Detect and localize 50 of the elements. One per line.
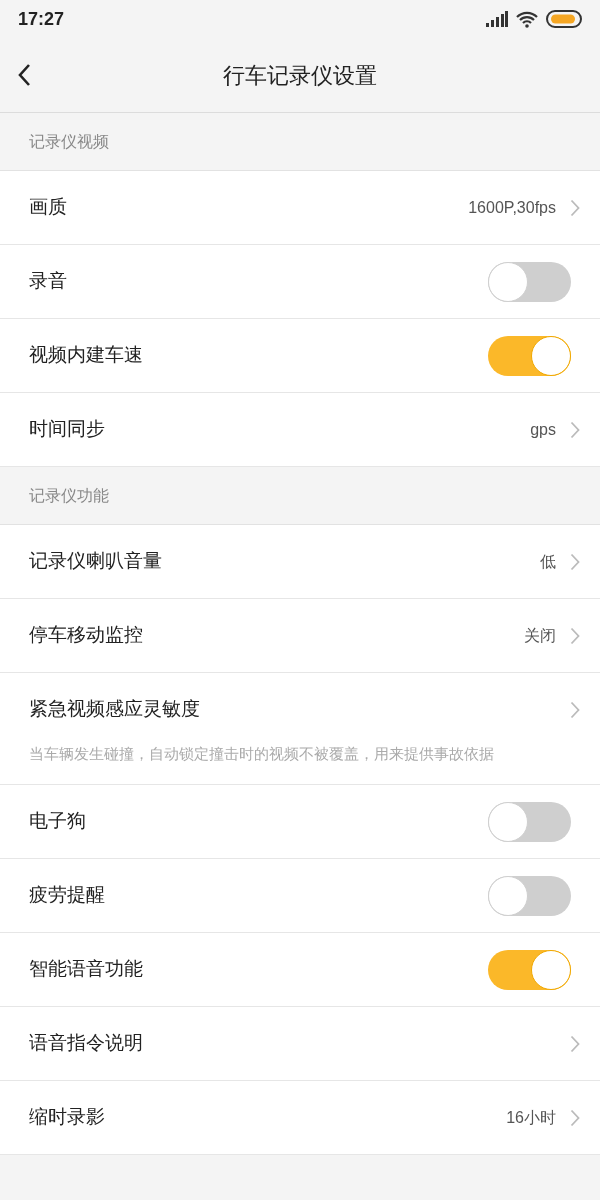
setting-value: gps [530,419,556,440]
chevron-right-icon [570,198,580,217]
setting-label: 停车移动监控 [29,623,143,648]
setting-label: 缩时录影 [29,1105,105,1130]
signal-icon [486,11,508,27]
settings-row[interactable]: 录音 [0,245,600,319]
setting-label: 录音 [29,269,67,294]
setting-label: 时间同步 [29,417,105,442]
setting-label: 语音指令说明 [29,1031,143,1056]
chevron-right-icon [570,552,580,571]
setting-label: 电子狗 [29,809,86,834]
settings-row[interactable]: 电子狗 [0,785,600,859]
settings-row[interactable]: 疲劳提醒 [0,859,600,933]
toggle-switch[interactable] [488,261,571,302]
chevron-right-icon [570,626,580,645]
setting-value: 1600P,30fps [468,197,556,218]
section-header: 记录仪功能 [29,485,109,506]
setting-description: 当车辆发生碰撞，自动锁定撞击时的视频不被覆盖，用来提供事故依据 [29,744,495,764]
back-icon [17,63,31,87]
setting-label: 疲劳提醒 [29,883,105,908]
settings-row[interactable]: 紧急视频感应灵敏度 当车辆发生碰撞，自动锁定撞击时的视频不被覆盖，用来提供事故依据 [0,673,600,785]
chevron-right-icon [570,1034,580,1053]
setting-value: 16小时 [506,1107,556,1128]
setting-value: 关闭 [524,625,556,646]
chevron-right-icon [570,700,580,719]
settings-row[interactable]: 记录仪喇叭音量 低 [0,525,600,599]
setting-label: 画质 [29,195,67,220]
setting-value: 低 [540,551,556,572]
toggle-switch[interactable] [488,335,571,376]
setting-label: 智能语音功能 [29,957,143,982]
status-time: 17:27 [18,7,65,31]
page-title: 行车记录仪设置 [223,61,377,90]
toggle-switch[interactable] [488,875,571,916]
setting-label: 紧急视频感应灵敏度 [29,697,200,722]
settings-row[interactable]: 语音指令说明 [0,1007,600,1081]
toggle-switch[interactable] [488,801,571,842]
chevron-right-icon [570,1108,580,1127]
wifi-icon [516,10,538,28]
setting-label: 记录仪喇叭音量 [29,549,162,574]
settings-row[interactable]: 缩时录影 16小时 [0,1081,600,1155]
settings-row[interactable]: 画质 1600P,30fps [0,171,600,245]
chevron-right-icon [570,420,580,439]
settings-row[interactable]: 时间同步 gps [0,393,600,467]
setting-label: 视频内建车速 [29,343,143,368]
toggle-switch[interactable] [488,949,571,990]
settings-row[interactable]: 停车移动监控 关闭 [0,599,600,673]
settings-row[interactable]: 视频内建车速 [0,319,600,393]
settings-row[interactable]: 智能语音功能 [0,933,600,1007]
battery-icon [546,10,582,28]
section-header: 记录仪视频 [29,131,109,152]
